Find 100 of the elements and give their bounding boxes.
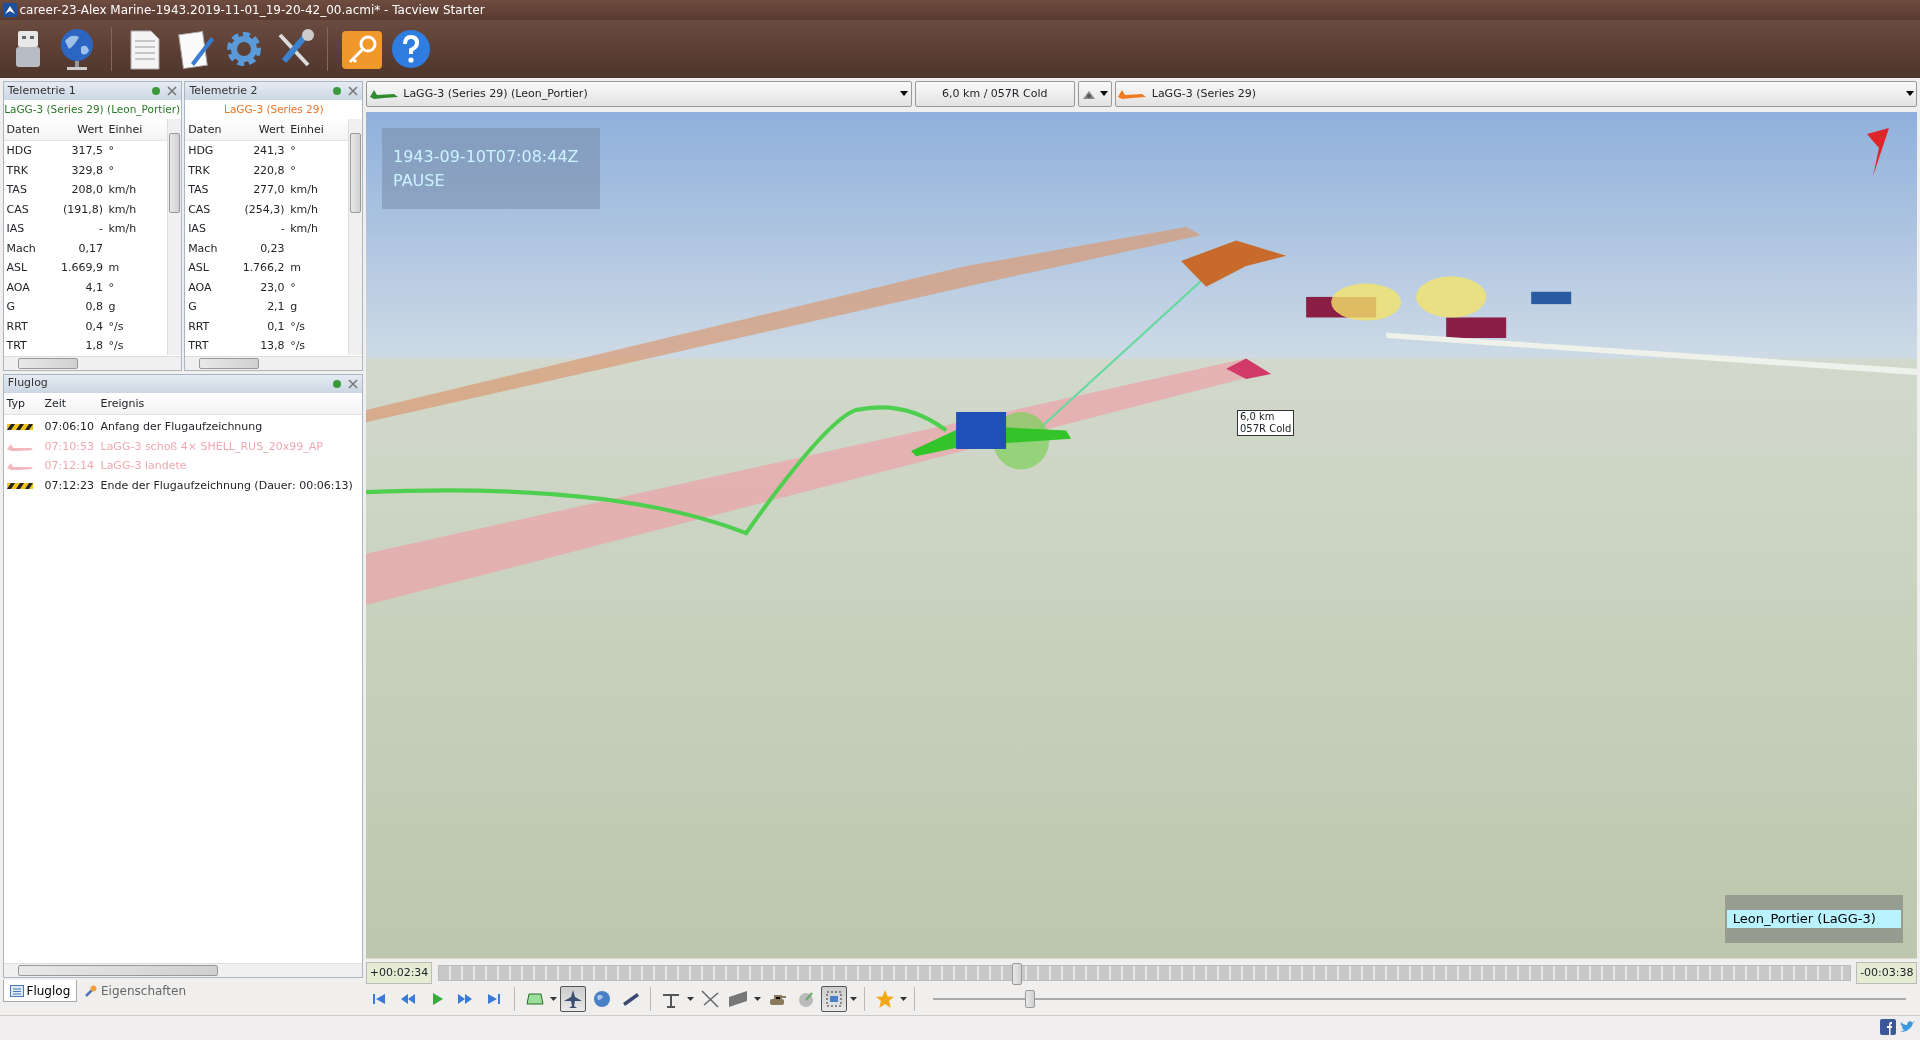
caret-icon[interactable] bbox=[754, 997, 761, 1002]
table-cell-text: CAS bbox=[187, 201, 212, 218]
table-cell-text: IAS bbox=[187, 221, 207, 238]
panel-tab[interactable]: Fluglog bbox=[2, 980, 78, 1003]
close-icon[interactable] bbox=[348, 378, 359, 389]
table-cell-text: 23,0 bbox=[259, 279, 286, 296]
table-cell-text: 208,0 bbox=[70, 182, 104, 199]
table-cell-text: ° bbox=[289, 279, 296, 296]
timeline-handle[interactable] bbox=[1012, 962, 1023, 985]
pin-icon[interactable] bbox=[332, 85, 343, 96]
timestamp: 1943-09-10T07:08:44Z bbox=[393, 145, 580, 168]
table-cell-text: ° bbox=[107, 162, 114, 179]
table-cell-text: g bbox=[107, 299, 116, 316]
list-icon bbox=[9, 984, 24, 997]
column-header[interactable]: Wert bbox=[53, 119, 106, 141]
table-cell-text: m bbox=[107, 260, 120, 277]
scrollbar[interactable] bbox=[166, 119, 181, 356]
column-header[interactable]: Einhei bbox=[287, 119, 349, 141]
dropdown-value: LaGG-3 (Series 29) bbox=[1151, 85, 1258, 102]
caret-icon[interactable] bbox=[900, 997, 908, 1002]
table-cell-text: km/h bbox=[107, 182, 137, 199]
table-cell-text: °/s bbox=[107, 318, 124, 335]
table-cell-text: - bbox=[279, 221, 286, 238]
table-cell-text: 1,8 bbox=[84, 338, 104, 355]
aircraft-dropdown[interactable]: LaGG-3 (Series 29) bbox=[1114, 80, 1918, 107]
pin-icon[interactable] bbox=[150, 85, 161, 96]
scrollbar[interactable] bbox=[348, 119, 363, 356]
crossed-lines-icon bbox=[699, 989, 720, 1010]
aircraft-dropdown[interactable]: LaGG-3 (Series 29) (Leon_Portier) bbox=[366, 80, 912, 107]
table-cell-text: CAS bbox=[5, 201, 30, 218]
table-cell-text: (254,3) bbox=[243, 201, 286, 218]
table-cell-text: 317,5 bbox=[70, 143, 104, 160]
table-cell-text: ASL bbox=[5, 260, 29, 277]
table-cell-text: 241,3 bbox=[252, 143, 286, 160]
table-cell-text: km/h bbox=[107, 221, 137, 238]
caret-icon bbox=[900, 91, 909, 97]
toolbar-button[interactable] bbox=[389, 27, 433, 71]
table-cell-text: 277,0 bbox=[252, 182, 286, 199]
table-cell-text: TRK bbox=[187, 162, 211, 179]
column-header[interactable]: Einhei bbox=[105, 119, 167, 141]
table-cell-text: ° bbox=[289, 143, 296, 160]
facebook-icon[interactable] bbox=[1879, 1019, 1896, 1035]
table-cell-text: IAS bbox=[5, 221, 26, 238]
aircraft-name: LaGG-3 (Series 29) (Leon_Portier) bbox=[3, 101, 181, 118]
panel-tab[interactable]: Eigenschaften bbox=[77, 980, 194, 1003]
remaining-time: -00:03:38 bbox=[1856, 961, 1918, 984]
lock-button[interactable] bbox=[1077, 80, 1112, 107]
caret-icon bbox=[1905, 91, 1914, 97]
close-icon[interactable] bbox=[166, 85, 177, 96]
scrollbar[interactable] bbox=[185, 355, 363, 370]
table-cell-text: AOA bbox=[5, 279, 31, 296]
speed-slider-handle[interactable] bbox=[1025, 990, 1036, 1009]
hazard-stripe-icon bbox=[6, 424, 33, 430]
fighter-jet-icon bbox=[563, 989, 583, 1010]
toolbar-button[interactable] bbox=[821, 986, 848, 1013]
help-icon bbox=[389, 27, 433, 71]
toolbar-button[interactable] bbox=[560, 986, 586, 1013]
column-header[interactable]: Ereignis bbox=[97, 392, 363, 414]
event-time: 07:12:14 bbox=[43, 458, 95, 475]
panel-title: Telemetrie 1 bbox=[7, 82, 77, 99]
table-cell-text: km/h bbox=[289, 221, 318, 238]
table-cell-text: HDG bbox=[187, 143, 215, 160]
table-cell-text: TRK bbox=[5, 162, 30, 179]
table-cell-text: ° bbox=[107, 279, 114, 296]
table-cell-text: ° bbox=[107, 143, 114, 160]
scrollbar[interactable] bbox=[3, 355, 181, 370]
table-cell-text: TRT bbox=[5, 338, 28, 355]
event-text: LaGG-3 schoß 4× SHELL_RUS_20x99_AP bbox=[99, 438, 323, 455]
table-cell-text: G bbox=[187, 299, 198, 316]
table-cell-text: °/s bbox=[289, 318, 306, 335]
table-cell-text: ° bbox=[289, 162, 296, 179]
column-header[interactable]: Zeit bbox=[41, 392, 98, 414]
column-header[interactable]: Typ bbox=[3, 392, 42, 414]
column-header[interactable]: Daten bbox=[185, 119, 236, 141]
column-header[interactable]: Wert bbox=[235, 119, 288, 141]
caret-icon[interactable] bbox=[686, 997, 694, 1002]
star-icon bbox=[874, 989, 895, 1010]
table-cell-text: Mach bbox=[5, 240, 37, 257]
scrollbar[interactable] bbox=[3, 962, 363, 977]
caret-icon[interactable] bbox=[850, 997, 857, 1002]
table-cell-text: RRT bbox=[5, 318, 29, 335]
event-text: Ende der Flugaufzeichnung (Dauer: 00:06:13) bbox=[99, 477, 353, 494]
table-cell-text: m bbox=[289, 260, 301, 277]
table-cell-text: 4,1 bbox=[84, 279, 104, 296]
event-time: 07:10:53 bbox=[43, 438, 95, 455]
label-line: 057R Cold bbox=[1240, 423, 1292, 436]
panel-title: Telemetrie 2 bbox=[189, 82, 259, 99]
table-cell-text: 0,17 bbox=[77, 240, 104, 257]
window-title: career-23-Alex Marine-1943.2019-11-01_19-20-42_00.acmi* - Tacview Starter bbox=[19, 2, 485, 19]
distance-readout: 6,0 km / 057R Cold bbox=[914, 80, 1075, 107]
table-cell-text: 1.766,2 bbox=[241, 260, 286, 277]
caret-icon[interactable] bbox=[550, 997, 558, 1002]
elapsed-time: +00:02:34 bbox=[366, 961, 433, 984]
table-cell-text: 0,23 bbox=[259, 240, 286, 257]
column-header[interactable]: Daten bbox=[3, 119, 54, 141]
pin-icon[interactable] bbox=[332, 378, 343, 389]
table-cell-text: (191,8) bbox=[61, 201, 104, 218]
event-text: Anfang der Flugaufzeichnung bbox=[99, 419, 263, 436]
close-icon[interactable] bbox=[348, 85, 359, 96]
table-cell-text: °/s bbox=[289, 338, 306, 355]
